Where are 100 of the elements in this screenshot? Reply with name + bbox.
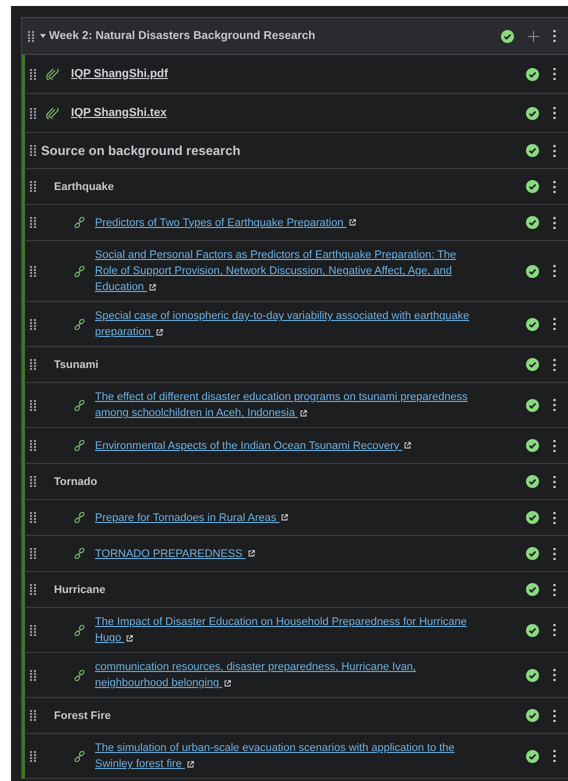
resource-link[interactable]: Special case of ionospheric day-to-day variability associated with earthquake preparation [95, 308, 480, 340]
section-heading: Tornado [54, 476, 98, 488]
published-check-icon[interactable] [526, 439, 539, 452]
published-check-icon[interactable] [526, 511, 539, 524]
drag-handle-icon[interactable] [30, 318, 36, 330]
section-heading: Earthquake [54, 180, 114, 192]
external-link-icon [248, 550, 255, 558]
resource-link[interactable]: The effect of different disaster education programs on tsunami preparedness among schoolchildren in Aceh, Indonesia [95, 389, 480, 421]
published-check-icon[interactable] [526, 68, 539, 80]
file-link[interactable]: IQP ShangShi.tex [71, 107, 167, 119]
external-link-icon [348, 219, 356, 226]
more-options-icon[interactable] [553, 584, 556, 596]
drag-handle-icon[interactable] [30, 440, 36, 451]
more-options-icon[interactable] [553, 68, 556, 80]
external-link-icon [224, 680, 232, 687]
more-options-icon[interactable] [553, 180, 556, 192]
resource-link[interactable]: The Impact of Disaster Education on Household Preparedness for Hurricane Hugo [95, 614, 480, 646]
more-options-icon[interactable] [553, 624, 556, 636]
resource-link[interactable]: communication resources, disaster preparedness, Hurricane Ivan, neighbourhood belonging [95, 659, 480, 691]
chain-link-icon [74, 318, 85, 330]
drag-handle-icon[interactable] [30, 145, 36, 156]
drag-handle-icon[interactable] [30, 68, 36, 80]
more-options-icon[interactable] [553, 440, 556, 452]
published-check-icon[interactable] [526, 398, 539, 412]
chain-link-icon [74, 548, 85, 559]
published-check-icon[interactable] [526, 106, 539, 120]
more-options-icon[interactable] [553, 216, 556, 228]
more-options-icon[interactable] [553, 399, 556, 411]
module-title: Week 2: Natural Disasters Background Research [49, 30, 316, 42]
published-check-icon[interactable] [526, 668, 539, 682]
more-options-icon[interactable] [553, 318, 556, 330]
chain-link-icon [74, 624, 85, 636]
more-options-icon[interactable] [553, 358, 556, 370]
more-options-icon[interactable] [553, 750, 556, 762]
resource-link[interactable]: Social and Personal Factors as Predictors of Earthquake Preparation: The Role of Support Provision, Network Discussion, Negative Affect, Age, and Education [95, 247, 480, 295]
drag-handle-icon[interactable] [30, 266, 36, 276]
add-icon[interactable] [528, 30, 539, 42]
external-link-icon [148, 284, 156, 291]
collapse-caret-icon[interactable] [40, 34, 46, 38]
external-link-icon [300, 410, 308, 417]
resource-link[interactable]: TORNADO PREPAREDNESS [95, 546, 255, 562]
external-link-icon [126, 634, 134, 642]
external-link-icon [404, 442, 412, 450]
section-heading: Source on background research [41, 143, 240, 158]
paperclip-icon [46, 108, 59, 118]
published-check-icon[interactable] [526, 750, 539, 762]
drag-handle-icon[interactable] [28, 30, 34, 42]
drag-handle-icon[interactable] [30, 476, 36, 487]
section-heading: Hurricane [54, 584, 106, 596]
drag-handle-icon[interactable] [30, 400, 36, 410]
resource-link[interactable]: Predictors of Two Types of Earthquake Preparation [95, 214, 356, 230]
published-check-icon[interactable] [526, 583, 539, 596]
external-link-icon [281, 514, 288, 522]
chain-link-icon [74, 670, 85, 680]
chain-link-icon [74, 512, 85, 523]
published-check-icon[interactable] [526, 264, 539, 278]
more-options-icon[interactable] [553, 669, 556, 681]
external-link-icon [186, 760, 194, 768]
published-check-icon[interactable] [526, 144, 539, 157]
more-options-icon[interactable] [553, 107, 556, 119]
more-options-icon[interactable] [553, 265, 556, 277]
chain-link-icon [74, 400, 85, 410]
drag-handle-icon[interactable] [30, 624, 36, 636]
more-options-icon[interactable] [553, 144, 556, 156]
more-options-icon[interactable] [553, 710, 556, 722]
drag-handle-icon[interactable] [30, 710, 36, 721]
resource-link[interactable]: Prepare for Tornadoes in Rural Areas [95, 510, 288, 526]
published-check-icon[interactable] [526, 318, 539, 330]
resource-link[interactable]: Environmental Aspects of the Indian Ocean Tsunami Recovery [95, 438, 412, 454]
more-options-icon[interactable] [553, 30, 556, 42]
published-check-icon[interactable] [526, 180, 539, 193]
published-check-icon[interactable] [501, 30, 514, 42]
more-options-icon[interactable] [553, 548, 556, 560]
paperclip-icon [46, 68, 59, 80]
resource-link[interactable]: The simulation of urban-scale evacuation scenarios with application to the Swinley forest fire [95, 740, 480, 772]
more-options-icon[interactable] [553, 512, 556, 524]
drag-handle-icon[interactable] [30, 512, 36, 523]
external-link-icon [156, 328, 163, 336]
drag-handle-icon[interactable] [30, 548, 36, 559]
section-heading: Tsunami [54, 358, 98, 370]
chain-link-icon [74, 440, 85, 451]
chain-link-icon [74, 217, 85, 228]
chain-link-icon [74, 750, 85, 762]
section-heading: Forest Fire [54, 710, 111, 722]
drag-handle-icon[interactable] [30, 359, 36, 370]
published-check-icon[interactable] [526, 358, 539, 371]
drag-handle-icon[interactable] [30, 108, 36, 118]
published-check-icon[interactable] [526, 547, 539, 560]
drag-handle-icon[interactable] [30, 584, 36, 595]
drag-handle-icon[interactable] [30, 217, 36, 228]
more-options-icon[interactable] [553, 476, 556, 488]
published-check-icon[interactable] [526, 216, 539, 229]
published-check-icon[interactable] [526, 624, 539, 636]
drag-handle-icon[interactable] [30, 750, 36, 762]
drag-handle-icon[interactable] [30, 181, 36, 192]
chain-link-icon [74, 266, 85, 276]
published-check-icon[interactable] [526, 709, 539, 722]
file-link[interactable]: IQP ShangShi.pdf [71, 68, 168, 80]
drag-handle-icon[interactable] [30, 670, 36, 680]
published-check-icon[interactable] [526, 475, 539, 488]
